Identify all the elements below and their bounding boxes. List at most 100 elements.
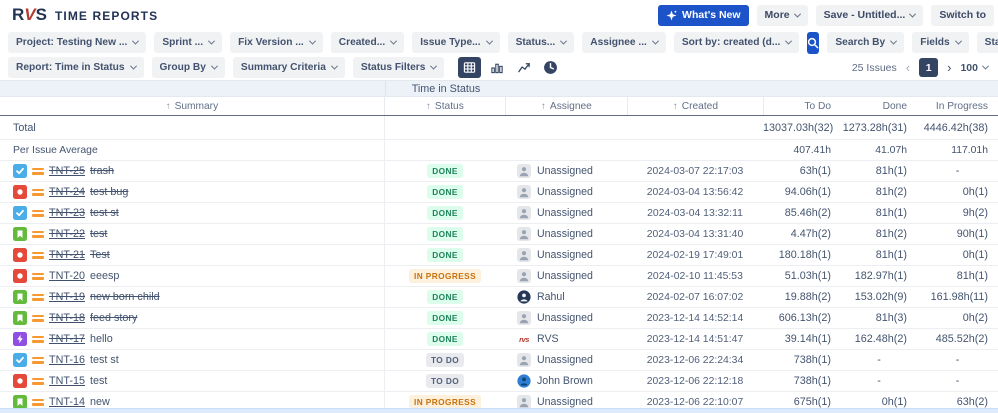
column-header-status[interactable]: ↑ Status	[385, 97, 505, 115]
status-filter[interactable]: Status...	[507, 32, 575, 53]
project-filter[interactable]: Project: Testing New ...	[8, 32, 147, 53]
column-header-summary[interactable]: ↑ Summary	[0, 97, 385, 115]
search-button[interactable]	[807, 31, 820, 54]
issue-summary: feed story	[90, 312, 138, 324]
fix-version-filter[interactable]: Fix Version ...	[230, 32, 323, 53]
more-button[interactable]: More	[756, 4, 808, 26]
issue-key-link[interactable]: TNT-18	[49, 312, 85, 324]
issue-summary: hello	[90, 333, 113, 345]
issue-key-link[interactable]: TNT-23	[49, 207, 85, 219]
inprogress-cell: -	[955, 375, 960, 387]
report-select[interactable]: Report: Time in Status	[8, 57, 144, 78]
status-filters-select[interactable]: Status Filters	[352, 57, 445, 78]
search-icon	[807, 37, 819, 49]
sprint-filter[interactable]: Sprint ...	[154, 32, 223, 53]
page-size-select[interactable]: 100	[960, 62, 990, 74]
summary-cell: TNT-21 Test	[0, 245, 385, 265]
statuses-button[interactable]: Statuses	[976, 32, 998, 53]
report-title: Time in Status	[411, 82, 481, 95]
table-grid-icon	[463, 61, 476, 74]
column-header-created[interactable]: ↑ Created	[627, 97, 763, 115]
table-row: TNT-16 test st TO DO Unassigned 2023-12-…	[0, 350, 998, 371]
summary-criteria-select[interactable]: Summary Criteria	[232, 57, 345, 78]
filter-bar: Project: Testing New ... Sprint ... Fix …	[0, 30, 998, 55]
inprogress-cell: 485.52h(2)	[935, 333, 988, 345]
summary-cell: TNT-20 eeesp	[0, 266, 385, 286]
time-view-button[interactable]	[539, 57, 562, 78]
assignee-avatar	[517, 353, 531, 367]
chevron-down-icon	[132, 37, 140, 45]
assignee-cell: Unassigned	[505, 311, 627, 325]
assignee-name: Unassigned	[537, 396, 593, 408]
priority-medium-icon	[32, 251, 44, 259]
issue-key-link[interactable]: TNT-19	[49, 291, 85, 303]
assignee-name: Unassigned	[537, 312, 593, 324]
priority-medium-icon	[32, 398, 44, 406]
done-cell: 81h(1)	[875, 207, 907, 219]
created-filter[interactable]: Created...	[330, 32, 405, 53]
inprogress-cell: -	[955, 354, 960, 366]
summary-cell: TNT-19 new born child	[0, 287, 385, 307]
bar-chart-view-button[interactable]	[485, 57, 508, 78]
done-cell: 81h(1)	[875, 165, 907, 177]
done-cell: 81h(3)	[875, 312, 907, 324]
inprogress-cell: 0h(1)	[962, 249, 988, 261]
assignee-avatar	[517, 374, 531, 388]
sort-asc-icon: ↑	[165, 100, 171, 112]
report-bar: Report: Time in Status Group By Summary …	[0, 55, 998, 80]
issue-key-link[interactable]: TNT-16	[49, 354, 85, 366]
issue-key-link[interactable]: TNT-14	[49, 396, 85, 408]
chevron-down-icon	[651, 37, 659, 45]
sort-asc-icon: ↑	[426, 100, 431, 112]
table-header: ↑ Summary ↑ Status ↑ Assignee ↑ Created To D…	[0, 97, 998, 116]
status-cell: DONE	[385, 227, 505, 241]
assignee-filter[interactable]: Assignee ...	[582, 32, 666, 53]
chevron-left-icon: ‹	[905, 60, 911, 75]
current-page-button[interactable]: 1	[919, 58, 939, 77]
inprogress-cell: 90h(1)	[956, 228, 988, 240]
next-page-button[interactable]: ›	[945, 61, 953, 74]
inprogress-cell: 0h(1)	[962, 186, 988, 198]
issue-key-link[interactable]: TNT-24	[49, 186, 85, 198]
status-badge: DONE	[427, 248, 463, 262]
sparkle-icon	[666, 9, 677, 21]
issue-type-filter[interactable]: Issue Type...	[412, 32, 500, 53]
table-row: TNT-24 test bug DONE Unassigned 2024-03-…	[0, 182, 998, 203]
status-badge: DONE	[427, 227, 463, 241]
sort-asc-icon: ↑	[673, 100, 678, 112]
status-cell: DONE	[385, 332, 505, 346]
issue-key-link[interactable]: TNT-25	[49, 165, 85, 177]
status-cell: DONE	[385, 290, 505, 304]
line-chart-view-button[interactable]	[512, 57, 535, 78]
status-cell: DONE	[385, 248, 505, 262]
whats-new-button[interactable]: What's New	[658, 4, 749, 26]
bug-icon	[13, 185, 27, 199]
total-inprogress: 4446.42h(38)	[923, 121, 988, 134]
chevron-down-icon	[210, 62, 218, 70]
prev-page-button[interactable]: ‹	[904, 61, 912, 74]
issue-key-link[interactable]: TNT-21	[49, 249, 85, 261]
assignee-cell: Unassigned	[505, 353, 627, 367]
created-cell: 2024-02-07 16:07:02	[646, 291, 744, 303]
fields-button[interactable]: Fields	[912, 32, 969, 53]
switch-to-button[interactable]: Switch to	[931, 4, 994, 26]
column-header-inprogress: In Progress	[935, 100, 988, 112]
line-chart-icon	[517, 61, 531, 74]
assignee-cell: Unassigned	[505, 395, 627, 409]
sort-by-filter[interactable]: Sort by: created (d...	[673, 32, 800, 53]
bug-icon	[13, 269, 27, 283]
issue-key-link[interactable]: TNT-17	[49, 333, 85, 345]
search-by-button[interactable]: Search By	[827, 32, 905, 53]
issue-key-link[interactable]: TNT-15	[49, 375, 85, 387]
table-view-button[interactable]	[458, 57, 482, 78]
group-by-select[interactable]: Group By	[151, 57, 225, 78]
save-button[interactable]: Save - Untitled...	[815, 4, 924, 26]
assignee-name: Unassigned	[537, 165, 593, 177]
bar-chart-icon	[490, 61, 504, 74]
column-header-assignee[interactable]: ↑ Assignee	[505, 97, 627, 115]
chevron-down-icon	[390, 37, 398, 45]
done-cell: 81h(2)	[875, 228, 907, 240]
issue-key-link[interactable]: TNT-22	[49, 228, 85, 240]
chevron-down-icon	[954, 37, 962, 45]
issue-key-link[interactable]: TNT-20	[49, 270, 85, 282]
